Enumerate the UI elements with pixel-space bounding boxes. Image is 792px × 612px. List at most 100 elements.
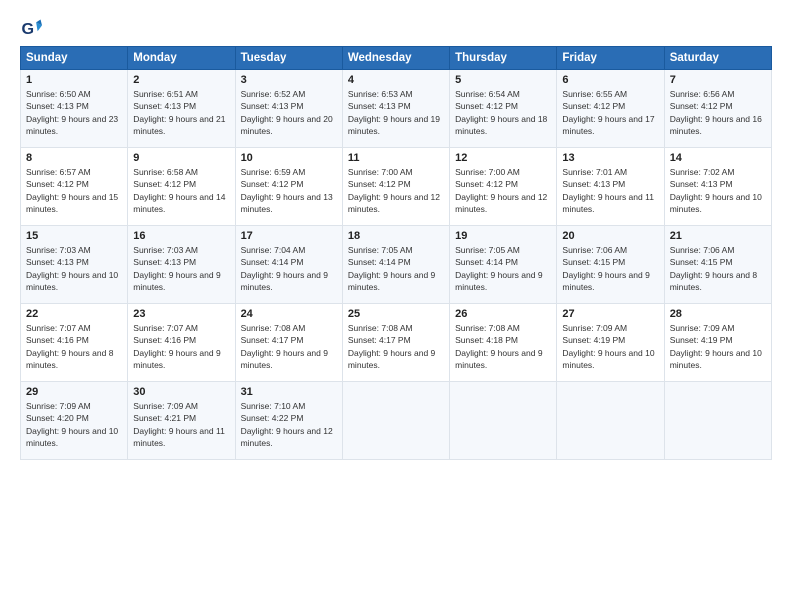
day-info: Sunrise: 6:54 AMSunset: 4:12 PMDaylight:… (455, 88, 551, 137)
calendar-cell: 7 Sunrise: 6:56 AMSunset: 4:12 PMDaylight… (664, 70, 771, 148)
calendar-cell: 1 Sunrise: 6:50 AMSunset: 4:13 PMDaylight… (21, 70, 128, 148)
logo-icon: G (20, 18, 42, 40)
calendar-cell: 16 Sunrise: 7:03 AMSunset: 4:13 PMDayligh… (128, 226, 235, 304)
day-info: Sunrise: 7:06 AMSunset: 4:15 PMDaylight:… (562, 244, 658, 293)
svg-text:G: G (21, 20, 34, 38)
day-info: Sunrise: 7:00 AMSunset: 4:12 PMDaylight:… (455, 166, 551, 215)
calendar-week-row: 29 Sunrise: 7:09 AMSunset: 4:20 PMDayligh… (21, 382, 772, 460)
calendar-cell: 19Sunrise: 7:05 AMSunset: 4:14 PMDayligh… (450, 226, 557, 304)
day-number: 14 (670, 152, 766, 164)
calendar-header-tuesday: Tuesday (235, 47, 342, 70)
day-info: Sunrise: 7:10 AMSunset: 4:22 PMDaylight:… (241, 400, 337, 449)
calendar-header-monday: Monday (128, 47, 235, 70)
calendar-cell: 18 Sunrise: 7:05 AMSunset: 4:14 PMDayligh… (342, 226, 449, 304)
calendar-header-wednesday: Wednesday (342, 47, 449, 70)
day-info: Sunrise: 7:05 AMSunset: 4:14 PMDaylight:… (348, 244, 444, 293)
day-number: 23 (133, 308, 229, 320)
day-number: 15 (26, 230, 122, 242)
calendar-week-row: 22 Sunrise: 7:07 AMSunset: 4:16 PMDayligh… (21, 304, 772, 382)
day-number: 30 (133, 386, 229, 398)
day-number: 9 (133, 152, 229, 164)
day-number: 28 (670, 308, 766, 320)
day-number: 17 (241, 230, 337, 242)
day-info: Sunrise: 6:58 AMSunset: 4:12 PMDaylight:… (133, 166, 229, 215)
day-number: 13 (562, 152, 658, 164)
page: G SundayMondayTuesdayWednesdayThursdayFr… (0, 0, 792, 612)
day-info: Sunrise: 6:50 AMSunset: 4:13 PMDaylight:… (26, 88, 122, 137)
day-info: Sunrise: 7:09 AMSunset: 4:19 PMDaylight:… (670, 322, 766, 371)
day-info: Sunrise: 7:07 AMSunset: 4:16 PMDaylight:… (133, 322, 229, 371)
calendar-cell: 11 Sunrise: 7:00 AMSunset: 4:12 PMDayligh… (342, 148, 449, 226)
day-info: Sunrise: 6:59 AMSunset: 4:12 PMDaylight:… (241, 166, 337, 215)
day-info: Sunrise: 6:57 AMSunset: 4:12 PMDaylight:… (26, 166, 122, 215)
header: G (20, 18, 772, 40)
day-number: 5 (455, 74, 551, 86)
day-info: Sunrise: 7:07 AMSunset: 4:16 PMDaylight:… (26, 322, 122, 371)
day-number: 24 (241, 308, 337, 320)
day-info: Sunrise: 6:51 AMSunset: 4:13 PMDaylight:… (133, 88, 229, 137)
day-info: Sunrise: 7:08 AMSunset: 4:17 PMDaylight:… (241, 322, 337, 371)
day-info: Sunrise: 7:04 AMSunset: 4:14 PMDaylight:… (241, 244, 337, 293)
calendar-cell: 30 Sunrise: 7:09 AMSunset: 4:21 PMDayligh… (128, 382, 235, 460)
day-info: Sunrise: 7:08 AMSunset: 4:18 PMDaylight:… (455, 322, 551, 371)
logo: G (20, 18, 46, 40)
day-number: 26 (455, 308, 551, 320)
day-number: 31 (241, 386, 337, 398)
calendar-cell: 2 Sunrise: 6:51 AMSunset: 4:13 PMDaylight… (128, 70, 235, 148)
day-number: 25 (348, 308, 444, 320)
calendar-cell: 5 Sunrise: 6:54 AMSunset: 4:12 PMDaylight… (450, 70, 557, 148)
calendar-cell: 29 Sunrise: 7:09 AMSunset: 4:20 PMDayligh… (21, 382, 128, 460)
calendar-header-thursday: Thursday (450, 47, 557, 70)
calendar-cell: 25Sunrise: 7:08 AMSunset: 4:17 PMDayligh… (342, 304, 449, 382)
day-number: 6 (562, 74, 658, 86)
calendar-header-sunday: Sunday (21, 47, 128, 70)
calendar-cell: 17 Sunrise: 7:04 AMSunset: 4:14 PMDayligh… (235, 226, 342, 304)
day-info: Sunrise: 7:03 AMSunset: 4:13 PMDaylight:… (133, 244, 229, 293)
day-info: Sunrise: 6:56 AMSunset: 4:12 PMDaylight:… (670, 88, 766, 137)
calendar-cell: 9 Sunrise: 6:58 AMSunset: 4:12 PMDaylight… (128, 148, 235, 226)
calendar-cell: 28 Sunrise: 7:09 AMSunset: 4:19 PMDayligh… (664, 304, 771, 382)
day-number: 29 (26, 386, 122, 398)
calendar-table: SundayMondayTuesdayWednesdayThursdayFrid… (20, 46, 772, 460)
calendar-cell: 23 Sunrise: 7:07 AMSunset: 4:16 PMDayligh… (128, 304, 235, 382)
day-info: Sunrise: 7:00 AMSunset: 4:12 PMDaylight:… (348, 166, 444, 215)
calendar-cell: 21 Sunrise: 7:06 AMSunset: 4:15 PMDayligh… (664, 226, 771, 304)
day-info: Sunrise: 6:52 AMSunset: 4:13 PMDaylight:… (241, 88, 337, 137)
day-number: 11 (348, 152, 444, 164)
calendar-week-row: 15 Sunrise: 7:03 AMSunset: 4:13 PMDayligh… (21, 226, 772, 304)
day-number: 18 (348, 230, 444, 242)
day-number: 1 (26, 74, 122, 86)
day-number: 27 (562, 308, 658, 320)
calendar-header-row: SundayMondayTuesdayWednesdayThursdayFrid… (21, 47, 772, 70)
calendar-cell: 20 Sunrise: 7:06 AMSunset: 4:15 PMDayligh… (557, 226, 664, 304)
calendar-cell: 22 Sunrise: 7:07 AMSunset: 4:16 PMDayligh… (21, 304, 128, 382)
calendar-cell: 10 Sunrise: 6:59 AMSunset: 4:12 PMDayligh… (235, 148, 342, 226)
day-number: 2 (133, 74, 229, 86)
calendar-cell: 24 Sunrise: 7:08 AMSunset: 4:17 PMDayligh… (235, 304, 342, 382)
calendar-cell (557, 382, 664, 460)
calendar-cell: 12Sunrise: 7:00 AMSunset: 4:12 PMDayligh… (450, 148, 557, 226)
calendar-cell: 4 Sunrise: 6:53 AMSunset: 4:13 PMDaylight… (342, 70, 449, 148)
day-number: 8 (26, 152, 122, 164)
calendar-cell: 15Sunrise: 7:03 AMSunset: 4:13 PMDayligh… (21, 226, 128, 304)
day-info: Sunrise: 7:09 AMSunset: 4:20 PMDaylight:… (26, 400, 122, 449)
calendar-cell: 6Sunrise: 6:55 AMSunset: 4:12 PMDaylight… (557, 70, 664, 148)
day-info: Sunrise: 6:53 AMSunset: 4:13 PMDaylight:… (348, 88, 444, 137)
day-number: 10 (241, 152, 337, 164)
calendar-cell (342, 382, 449, 460)
day-info: Sunrise: 7:09 AMSunset: 4:21 PMDaylight:… (133, 400, 229, 449)
calendar-header-saturday: Saturday (664, 47, 771, 70)
calendar-cell (450, 382, 557, 460)
day-info: Sunrise: 7:06 AMSunset: 4:15 PMDaylight:… (670, 244, 766, 293)
day-number: 4 (348, 74, 444, 86)
calendar-cell: 31 Sunrise: 7:10 AMSunset: 4:22 PMDayligh… (235, 382, 342, 460)
calendar-cell: 3Sunrise: 6:52 AMSunset: 4:13 PMDaylight… (235, 70, 342, 148)
day-number: 22 (26, 308, 122, 320)
day-info: Sunrise: 7:02 AMSunset: 4:13 PMDaylight:… (670, 166, 766, 215)
day-number: 20 (562, 230, 658, 242)
day-number: 21 (670, 230, 766, 242)
calendar-cell: 8 Sunrise: 6:57 AMSunset: 4:12 PMDaylight… (21, 148, 128, 226)
calendar-cell: 13Sunrise: 7:01 AMSunset: 4:13 PMDayligh… (557, 148, 664, 226)
day-number: 7 (670, 74, 766, 86)
day-number: 16 (133, 230, 229, 242)
